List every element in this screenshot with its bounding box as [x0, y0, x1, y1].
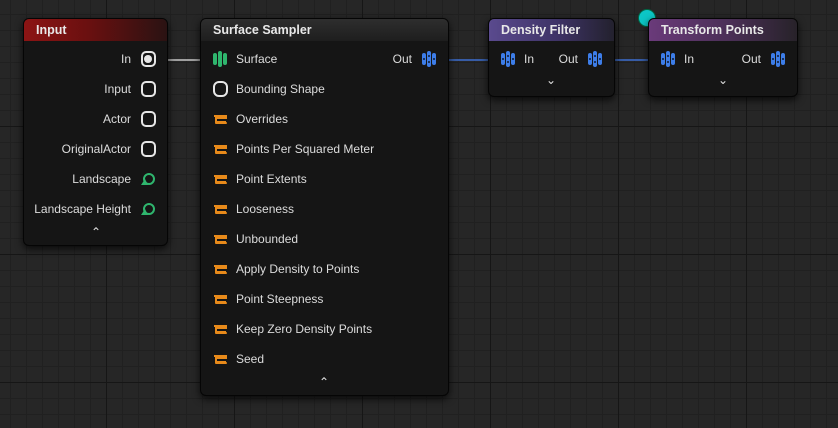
pin-label: Surface: [236, 52, 278, 66]
collapse-chevron-icon[interactable]: ⌃: [314, 375, 334, 389]
pin-label: Bounding Shape: [236, 82, 325, 96]
in-pin-label: In: [524, 52, 535, 66]
out-pin-label: Out: [558, 52, 578, 66]
param-pin-icon[interactable]: [211, 260, 229, 278]
density-filter-node[interactable]: Density Filter In Out ⌄: [488, 18, 615, 97]
param-pin-icon[interactable]: [211, 200, 229, 218]
param-pin-icon[interactable]: [211, 170, 229, 188]
transform-points-node-title: Transform Points: [649, 19, 797, 41]
pin-label: Actor: [102, 112, 131, 126]
any-pin-icon[interactable]: [139, 140, 157, 158]
input-pin-actor[interactable]: Actor: [24, 109, 167, 129]
density-filter-pins: In Out: [489, 49, 614, 69]
any-pin-connected-icon[interactable]: [139, 50, 157, 68]
pin-label: Apply Density to Points: [236, 262, 360, 276]
pin-label: Landscape: [72, 172, 131, 186]
input-pin-original-actor[interactable]: OriginalActor: [24, 139, 167, 159]
out-pin-label: Out: [741, 52, 761, 66]
surface-sampler-pin-seed[interactable]: Seed: [201, 349, 448, 369]
surface-sampler-pin-surface[interactable]: Surface Out: [201, 49, 448, 69]
points-in-pin-icon[interactable]: [499, 50, 517, 68]
points-out-pin-icon[interactable]: [420, 50, 438, 68]
input-pin-landscape-height[interactable]: Landscape Height: [24, 199, 167, 219]
collapse-chevron-icon[interactable]: ⌃: [86, 225, 106, 239]
transform-points-node[interactable]: Transform Points In Out ⌄: [648, 18, 798, 97]
surface-sampler-pin-unbounded[interactable]: Unbounded: [201, 229, 448, 249]
pin-label: Landscape Height: [34, 202, 131, 216]
input-pin-in[interactable]: In: [24, 49, 167, 69]
points-out-pin-icon[interactable]: [769, 50, 787, 68]
any-pin-icon[interactable]: [139, 80, 157, 98]
any-pin-icon[interactable]: [139, 110, 157, 128]
expand-chevron-icon[interactable]: ⌄: [541, 73, 561, 87]
surface-sampler-node-title: Surface Sampler: [201, 19, 448, 41]
pin-label: Keep Zero Density Points: [236, 322, 373, 336]
param-pin-icon[interactable]: [211, 290, 229, 308]
pin-label: Point Extents: [236, 172, 307, 186]
param-pin-icon[interactable]: [211, 230, 229, 248]
pin-label: Overrides: [236, 112, 289, 126]
pin-label: In: [120, 52, 131, 66]
surface-sampler-pin-bounding-shape[interactable]: Bounding Shape: [201, 79, 448, 99]
pin-label: Point Steepness: [236, 292, 324, 306]
out-pin-label: Out: [392, 52, 412, 66]
points-out-pin-icon[interactable]: [586, 50, 604, 68]
param-pin-icon[interactable]: [211, 140, 229, 158]
landscape-pin-icon[interactable]: [139, 200, 157, 218]
param-pin-icon[interactable]: [211, 350, 229, 368]
pin-label: Looseness: [236, 202, 295, 216]
surface-sampler-pin-overrides[interactable]: Overrides: [201, 109, 448, 129]
surface-sampler-node[interactable]: Surface Sampler Surface Out Bounding Sha…: [200, 18, 449, 396]
surface-sampler-pin-points-per-squared-meter[interactable]: Points Per Squared Meter: [201, 139, 448, 159]
pin-label: Seed: [236, 352, 265, 366]
in-pin-label: In: [684, 52, 695, 66]
points-in-pin-icon[interactable]: [659, 50, 677, 68]
landscape-pin-icon[interactable]: [139, 170, 157, 188]
spatial-pin-icon[interactable]: [211, 80, 229, 98]
pin-label: Points Per Squared Meter: [236, 142, 375, 156]
pin-label: Unbounded: [236, 232, 299, 246]
input-pin-input[interactable]: Input: [24, 79, 167, 99]
surface-sampler-pin-looseness[interactable]: Looseness: [201, 199, 448, 219]
surface-pin-icon[interactable]: [211, 50, 229, 68]
input-node[interactable]: Input In Input Actor OriginalActor Lands…: [23, 18, 168, 246]
pin-label: OriginalActor: [61, 142, 131, 156]
surface-sampler-pin-keep-zero-density[interactable]: Keep Zero Density Points: [201, 319, 448, 339]
pin-label: Input: [104, 82, 131, 96]
input-node-title: Input: [24, 19, 167, 41]
transform-points-pins: In Out: [649, 49, 797, 69]
param-pin-icon[interactable]: [211, 110, 229, 128]
surface-sampler-pin-apply-density[interactable]: Apply Density to Points: [201, 259, 448, 279]
density-filter-node-title: Density Filter: [489, 19, 614, 41]
param-pin-icon[interactable]: [211, 320, 229, 338]
input-pin-landscape[interactable]: Landscape: [24, 169, 167, 189]
surface-sampler-pin-point-steepness[interactable]: Point Steepness: [201, 289, 448, 309]
surface-sampler-pin-point-extents[interactable]: Point Extents: [201, 169, 448, 189]
expand-chevron-icon[interactable]: ⌄: [713, 73, 733, 87]
